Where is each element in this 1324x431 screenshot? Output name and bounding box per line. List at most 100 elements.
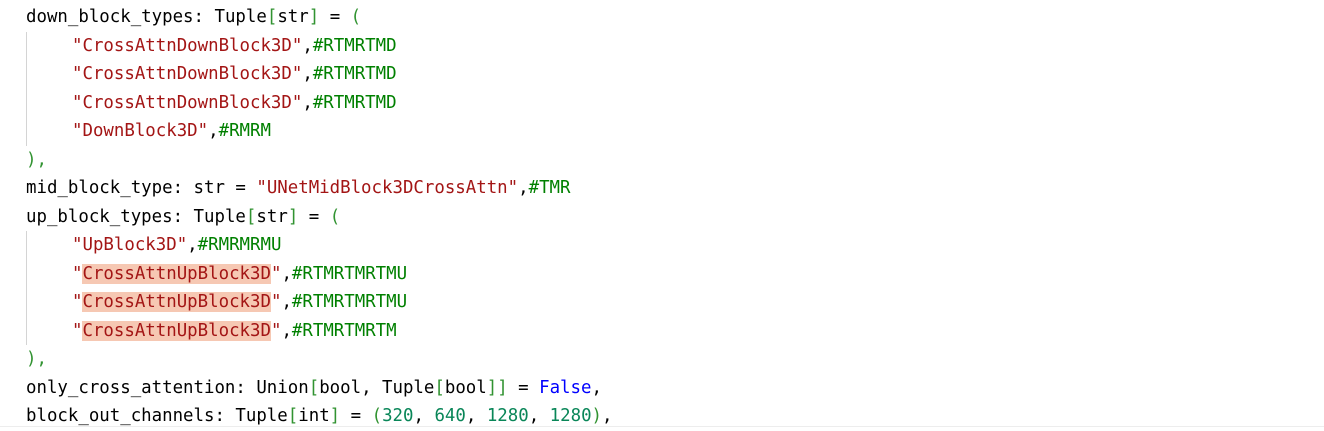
string-literal: "DownBlock3D" xyxy=(72,121,209,142)
bracket: [ xyxy=(308,377,320,398)
comma: , xyxy=(187,235,198,256)
code-line: "CrossAttnDownBlock3D",#RTMRTMD xyxy=(26,88,613,118)
indent-guide xyxy=(26,288,27,317)
number-literal: 640 xyxy=(434,406,466,427)
code-line: "UpBlock3D",#RMRMRMU xyxy=(26,231,613,260)
code-line: "CrossAttnDownBlock3D",#RTMRTMD xyxy=(26,31,613,61)
bracket: [ xyxy=(287,406,299,427)
punctuation: = xyxy=(319,7,351,27)
comment: #RTMRTMRTMU xyxy=(291,292,408,313)
type-name: Tuple xyxy=(193,206,246,227)
comment: #RTMRTMD xyxy=(312,64,397,85)
code-text: int xyxy=(298,406,330,427)
comma: , xyxy=(208,121,219,142)
quote: " xyxy=(72,263,83,284)
comment: #RMRM xyxy=(218,121,271,142)
comment: #RTMRTMD xyxy=(312,92,397,113)
comma: , xyxy=(302,92,313,113)
quote: " xyxy=(72,292,83,313)
highlighted-match: CrossAttnUpBlock3D xyxy=(82,320,271,341)
bracket: ] xyxy=(287,206,299,227)
code-line: "CrossAttnUpBlock3D",#RTMRTMRTMU xyxy=(26,259,613,289)
code-block: down_block_types: Tuple[str] = ( "CrossA… xyxy=(26,3,613,431)
punctuation: = xyxy=(298,206,330,227)
indent-guide xyxy=(26,316,27,346)
code-editor[interactable]: down_block_types: Tuple[str] = ( "CrossA… xyxy=(0,0,1324,429)
variable-name: down_block_types xyxy=(26,7,194,27)
code-line: ), xyxy=(26,345,613,374)
comment: #RTMRTMRTM xyxy=(291,320,397,341)
indent xyxy=(26,316,72,346)
type-name: Tuple xyxy=(214,7,267,27)
comma: , xyxy=(281,320,292,341)
indent xyxy=(26,117,72,146)
comment: #RMRMRMU xyxy=(197,235,282,256)
variable-name: mid_block_type xyxy=(26,178,173,199)
type-arg: str xyxy=(277,7,309,27)
indent xyxy=(26,31,72,61)
type-arg: str xyxy=(256,206,288,227)
code-text: bool, Tuple xyxy=(319,377,435,398)
string-literal: "CrossAttnDownBlock3D" xyxy=(72,92,303,113)
comma: , xyxy=(302,64,313,85)
indent-guide xyxy=(26,231,27,260)
bracket: ] xyxy=(329,406,341,427)
string-literal: "CrossAttnDownBlock3D" xyxy=(72,64,303,85)
bracket: ]] xyxy=(486,377,508,398)
comma: , xyxy=(281,263,292,284)
bracket: ( xyxy=(350,7,362,27)
comma: , xyxy=(518,178,529,199)
code-line: "DownBlock3D",#RMRM xyxy=(26,117,613,146)
bracket: ( xyxy=(371,406,383,427)
comma: , xyxy=(413,406,435,427)
punctuation: : str = xyxy=(172,178,257,199)
highlighted-match: CrossAttnUpBlock3D xyxy=(82,292,271,313)
number-literal: 320 xyxy=(382,406,414,427)
string-literal: "UpBlock3D" xyxy=(72,235,188,256)
code-line: ), xyxy=(26,146,613,175)
code-text: bool xyxy=(444,377,487,398)
comma: , xyxy=(281,292,292,313)
bracket: ( xyxy=(329,206,341,227)
indent xyxy=(26,231,72,260)
bracket: ) xyxy=(591,406,603,427)
bracket: [ xyxy=(434,377,445,398)
closing-paren: ), xyxy=(26,149,47,170)
quote: " xyxy=(72,320,83,341)
number-literal: 1280 xyxy=(549,406,592,427)
code-line: "CrossAttnUpBlock3D",#RTMRTMRTM xyxy=(26,316,613,346)
code-line: "CrossAttnUpBlock3D",#RTMRTMRTMU xyxy=(26,288,613,317)
bracket: ] xyxy=(308,7,320,27)
code-text: block_out_channels: Tuple xyxy=(26,406,288,427)
quote: " xyxy=(270,292,282,313)
indent-guide xyxy=(26,259,27,289)
punctuation: : xyxy=(193,7,215,27)
quote: " xyxy=(270,320,282,341)
keyword: False xyxy=(539,377,592,398)
quote: " xyxy=(270,263,282,284)
highlighted-match: CrossAttnUpBlock3D xyxy=(82,263,271,284)
comma: , xyxy=(302,35,313,56)
punctuation: : xyxy=(172,206,194,227)
indent xyxy=(26,88,72,118)
string-literal: "CrossAttnDownBlock3D" xyxy=(72,35,303,56)
code-line: only_cross_attention: Union[bool, Tuple[… xyxy=(26,374,613,403)
bracket: [ xyxy=(266,7,278,27)
code-line: mid_block_type: str = "UNetMidBlock3DCro… xyxy=(26,174,613,203)
code-line: up_block_types: Tuple[str] = ( xyxy=(26,203,613,232)
comma: , xyxy=(465,406,487,427)
indent-guide xyxy=(26,60,27,89)
code-text: = xyxy=(340,406,372,427)
comma: , xyxy=(528,406,550,427)
indent xyxy=(26,259,72,289)
code-line: "CrossAttnDownBlock3D",#RTMRTMD xyxy=(26,60,613,89)
bottom-divider xyxy=(0,426,1324,427)
indent-guide xyxy=(26,117,27,146)
code-text: only_cross_attention: Union xyxy=(26,377,309,398)
indent-guide xyxy=(26,88,27,118)
comment: #RTMRTMD xyxy=(312,35,397,56)
code-line: down_block_types: Tuple[str] = ( xyxy=(26,3,613,32)
indent xyxy=(26,60,72,89)
number-literal: 1280 xyxy=(486,406,529,427)
comment: #TMR xyxy=(528,178,571,199)
